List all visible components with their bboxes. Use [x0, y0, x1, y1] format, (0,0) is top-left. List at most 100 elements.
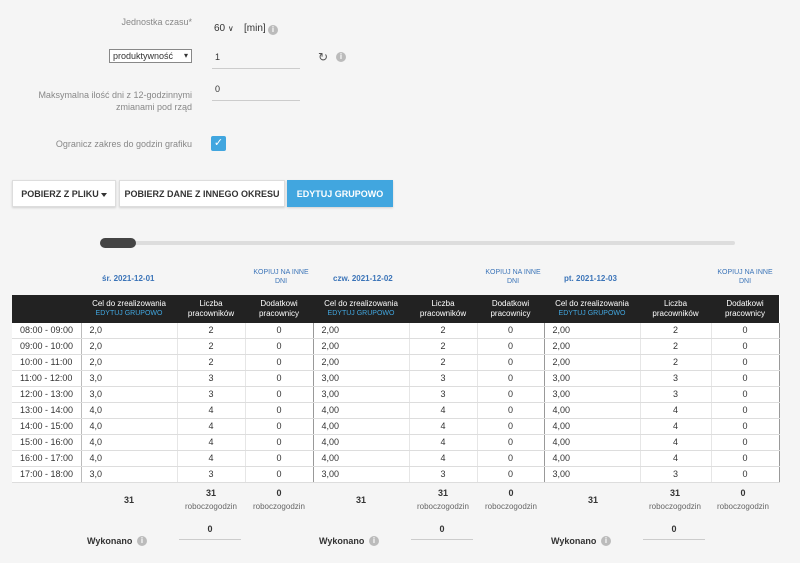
extra-workers-input-cell[interactable]: 0 [477, 338, 545, 356]
goal-input-cell[interactable]: 4,0 [81, 402, 178, 420]
goal-input-cell[interactable]: 3,00 [544, 370, 641, 388]
workers-column-header: Liczba pracowników [177, 295, 245, 323]
goal-input-cell[interactable]: 3,00 [544, 466, 641, 484]
extra-workers-input-cell[interactable]: 0 [245, 323, 314, 340]
caret-down-icon [100, 192, 107, 197]
extra-workers-input-cell[interactable]: 0 [711, 370, 780, 388]
extra-workers-input-cell[interactable]: 0 [245, 418, 314, 436]
extra-workers-input-cell[interactable]: 0 [711, 323, 780, 340]
limit-range-checkbox[interactable]: ✓ [211, 136, 226, 151]
goal-input-cell[interactable]: 3,00 [544, 386, 641, 404]
extra-workers-input-cell[interactable]: 0 [477, 370, 545, 388]
goal-input-cell[interactable]: 2,00 [313, 354, 410, 372]
extra-header-line2: pracownicy [724, 309, 765, 318]
horizontal-scrollbar-thumb[interactable] [100, 238, 136, 248]
goal-input-cell[interactable]: 3,00 [313, 386, 410, 404]
extra-workers-input-cell[interactable]: 0 [477, 323, 545, 340]
goal-input-cell[interactable]: 2,00 [544, 338, 641, 356]
goal-input-cell[interactable]: 2,00 [544, 354, 641, 372]
extra-workers-input-cell[interactable]: 0 [711, 466, 780, 484]
done-value-input[interactable]: 0 [411, 524, 473, 540]
extra-workers-input-cell[interactable]: 0 [245, 386, 314, 404]
info-icon[interactable]: i [137, 536, 147, 546]
goal-input-cell[interactable]: 3,00 [313, 466, 410, 484]
goal-input-cell[interactable]: 3,0 [81, 386, 178, 404]
extra-workers-input-cell[interactable]: 0 [711, 434, 780, 452]
info-icon[interactable]: i [369, 536, 379, 546]
goal-input-cell[interactable]: 2,00 [313, 323, 410, 340]
extra-workers-input-cell[interactable]: 0 [711, 450, 780, 468]
table-row: 15:00 - 16:00 4,0 4 0 4,00 4 0 4,00 4 0 [12, 434, 780, 452]
goal-input-cell[interactable]: 2,00 [313, 338, 410, 356]
extra-workers-input-cell[interactable]: 0 [477, 418, 545, 436]
import-other-period-button[interactable]: POBIERZ DANE Z INNEGO OKRESU [119, 180, 285, 207]
extra-workers-input-cell[interactable]: 0 [245, 338, 314, 356]
done-value-input[interactable]: 0 [643, 524, 705, 540]
copy-to-other-days-link[interactable]: KOPIUJ NA INNE DNI [482, 268, 544, 286]
done-value-input[interactable]: 0 [179, 524, 241, 540]
bulk-edit-button[interactable]: EDYTUJ GRUPOWO [287, 180, 393, 207]
extra-workers-input-cell[interactable]: 0 [477, 466, 545, 484]
goal-input-cell[interactable]: 4,00 [313, 434, 410, 452]
extra-header-line2: pracownicy [258, 309, 299, 318]
info-icon[interactable]: i [268, 25, 278, 35]
goal-input-cell[interactable]: 3,00 [313, 370, 410, 388]
table-row: 14:00 - 15:00 4,0 4 0 4,00 4 0 4,00 4 0 [12, 418, 780, 436]
goal-input-cell[interactable]: 2,00 [544, 323, 641, 340]
extra-workers-input-cell[interactable]: 0 [245, 354, 314, 372]
sum-extra: 0 [276, 488, 282, 498]
goal-input-cell[interactable]: 3,0 [81, 370, 178, 388]
extra-workers-input-cell[interactable]: 0 [477, 402, 545, 420]
extra-workers-input-cell[interactable]: 0 [245, 434, 314, 452]
goal-input-cell[interactable]: 4,00 [544, 418, 641, 436]
goal-input-cell[interactable]: 4,0 [81, 418, 178, 436]
metric-value-input[interactable]: 1 [212, 50, 300, 69]
extra-workers-input-cell[interactable]: 0 [711, 354, 780, 372]
extra-workers-input-cell[interactable]: 0 [711, 402, 780, 420]
sum-goal: 31 [123, 495, 134, 505]
goal-input-cell[interactable]: 2,0 [81, 354, 178, 372]
refresh-icon[interactable]: ↻ [318, 50, 328, 64]
copy-to-other-days-link[interactable]: KOPIUJ NA INNE DNI [714, 268, 776, 286]
goal-input-cell[interactable]: 4,0 [81, 434, 178, 452]
workers-cell: 4 [177, 418, 246, 436]
info-icon[interactable]: i [336, 52, 346, 62]
workers-cell: 3 [409, 466, 478, 484]
time-unit-select[interactable]: 60 ∨ [214, 23, 234, 34]
extra-workers-input-cell[interactable]: 0 [711, 338, 780, 356]
horizontal-scrollbar-track[interactable] [100, 241, 735, 245]
import-file-button[interactable]: POBIERZ Z PLIKU [12, 180, 116, 207]
copy-to-other-days-link[interactable]: KOPIUJ NA INNE DNI [250, 268, 312, 286]
done-label: Wykonano [319, 536, 365, 546]
extra-workers-input-cell[interactable]: 0 [711, 418, 780, 436]
extra-workers-input-cell[interactable]: 0 [245, 370, 314, 388]
goal-input-cell[interactable]: 4,00 [544, 434, 641, 452]
day-title: czw. 2021-12-02 [333, 274, 393, 283]
extra-workers-input-cell[interactable]: 0 [245, 402, 314, 420]
max-days-input[interactable]: 0 [212, 82, 300, 101]
extra-workers-input-cell[interactable]: 0 [245, 450, 314, 468]
extra-workers-input-cell[interactable]: 0 [477, 434, 545, 452]
time-column-header [12, 295, 81, 323]
goal-input-cell[interactable]: 4,0 [81, 450, 178, 468]
goal-input-cell[interactable]: 4,00 [544, 402, 641, 420]
extra-workers-input-cell[interactable]: 0 [711, 386, 780, 404]
info-icon[interactable]: i [601, 536, 611, 546]
extra-workers-input-cell[interactable]: 0 [477, 386, 545, 404]
extra-column-header: Dodatkowi pracownicy [711, 295, 779, 323]
goal-input-cell[interactable]: 4,00 [313, 418, 410, 436]
goal-column-header: Cel do zrealizowania EDYTUJ GRUPOWO [544, 295, 640, 323]
goal-bulk-edit-link[interactable]: EDYTUJ GRUPOWO [83, 309, 175, 319]
goal-input-cell[interactable]: 4,00 [313, 450, 410, 468]
goal-bulk-edit-link[interactable]: EDYTUJ GRUPOWO [315, 309, 407, 319]
extra-workers-input-cell[interactable]: 0 [245, 466, 314, 484]
goal-input-cell[interactable]: 2,0 [81, 338, 178, 356]
metric-select[interactable]: produktywność ▾ [109, 49, 192, 63]
goal-bulk-edit-link[interactable]: EDYTUJ GRUPOWO [546, 309, 638, 319]
extra-workers-input-cell[interactable]: 0 [477, 450, 545, 468]
goal-input-cell[interactable]: 2,0 [81, 323, 178, 340]
goal-input-cell[interactable]: 4,00 [544, 450, 641, 468]
goal-input-cell[interactable]: 4,00 [313, 402, 410, 420]
goal-input-cell[interactable]: 3,0 [81, 466, 178, 484]
extra-workers-input-cell[interactable]: 0 [477, 354, 545, 372]
